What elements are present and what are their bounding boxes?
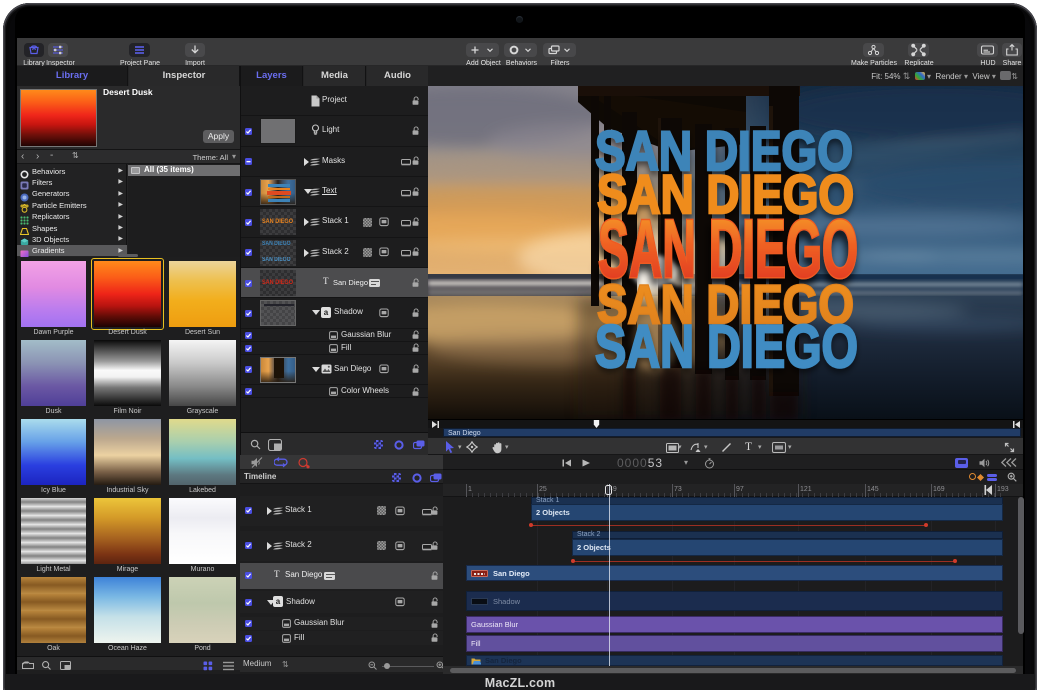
svg-text:SAN DIEGO: SAN DIEGO	[595, 313, 858, 380]
